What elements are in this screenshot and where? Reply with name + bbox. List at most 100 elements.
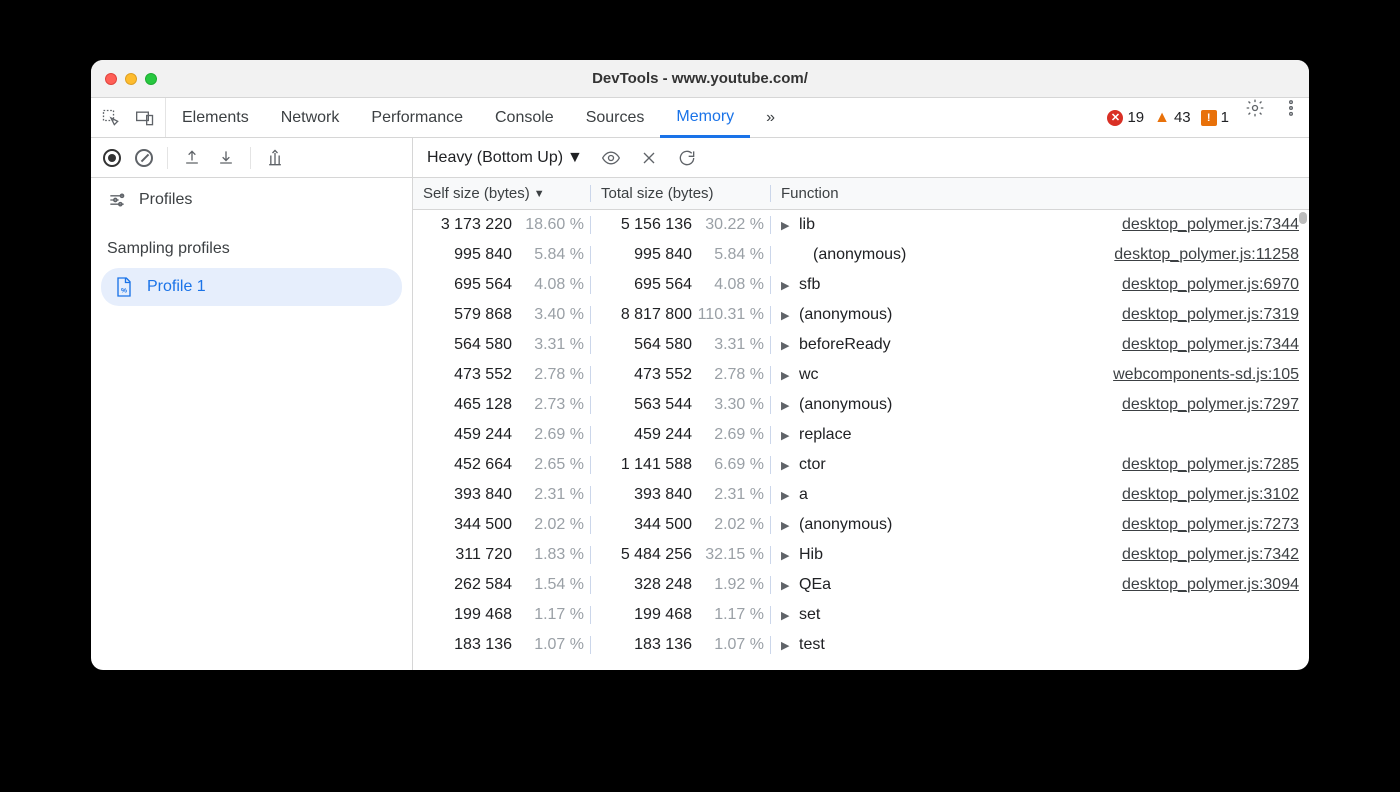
function-name: QEa: [799, 576, 831, 594]
self-percent: 2.73 %: [512, 396, 584, 414]
source-link[interactable]: desktop_polymer.js:3102: [1122, 486, 1299, 504]
self-bytes: 452 664: [426, 456, 512, 474]
disclosure-triangle-icon[interactable]: ▶: [781, 279, 793, 292]
source-link[interactable]: desktop_polymer.js:7342: [1122, 546, 1299, 564]
source-link[interactable]: desktop_polymer.js:7344: [1122, 336, 1299, 354]
col-header-function[interactable]: Function: [771, 185, 1309, 202]
table-row[interactable]: 344 5002.02 %344 5002.02 %▶(anonymous)de…: [413, 510, 1309, 540]
errors-indicator[interactable]: ✕ 19: [1107, 109, 1144, 126]
disclosure-triangle-icon[interactable]: ▶: [781, 339, 793, 352]
view-mode-select[interactable]: Heavy (Bottom Up) ▼: [427, 149, 583, 167]
focus-icon[interactable]: [601, 148, 621, 168]
total-percent: 3.30 %: [692, 396, 764, 414]
source-link[interactable]: desktop_polymer.js:7319: [1122, 306, 1299, 324]
tab-network[interactable]: Network: [265, 98, 356, 137]
total-bytes: 393 840: [606, 486, 692, 504]
source-link[interactable]: desktop_polymer.js:7297: [1122, 396, 1299, 414]
source-link[interactable]: desktop_polymer.js:7344: [1122, 216, 1299, 234]
function-name: a: [799, 486, 808, 504]
total-percent: 5.84 %: [692, 246, 764, 264]
source-link[interactable]: desktop_polymer.js:3094: [1122, 576, 1299, 594]
disclosure-triangle-icon[interactable]: ▶: [781, 399, 793, 412]
table-row[interactable]: 473 5522.78 %473 5522.78 %▶wcwebcomponen…: [413, 360, 1309, 390]
separator: [250, 147, 251, 169]
info-indicator[interactable]: ! 1: [1201, 109, 1229, 126]
disclosure-triangle-icon[interactable]: ▶: [781, 219, 793, 232]
table-row[interactable]: 262 5841.54 %328 2481.92 %▶QEadesktop_po…: [413, 570, 1309, 600]
table-row[interactable]: 459 2442.69 %459 2442.69 %▶replace: [413, 420, 1309, 450]
view-controls: Heavy (Bottom Up) ▼: [413, 138, 1309, 177]
save-profile-icon[interactable]: [216, 148, 236, 168]
table-row[interactable]: 564 5803.31 %564 5803.31 %▶beforeReadyde…: [413, 330, 1309, 360]
tabs-overflow-button[interactable]: »: [750, 98, 791, 137]
delete-icon[interactable]: [639, 148, 659, 168]
source-link[interactable]: desktop_polymer.js:7273: [1122, 516, 1299, 534]
disclosure-triangle-icon[interactable]: ▶: [781, 609, 793, 622]
garbage-collect-icon[interactable]: [265, 148, 285, 168]
source-link[interactable]: desktop_polymer.js:11258: [1114, 246, 1299, 264]
table-row[interactable]: 452 6642.65 %1 141 5886.69 %▶ctordesktop…: [413, 450, 1309, 480]
total-percent: 110.31 %: [692, 306, 764, 324]
total-percent: 1.17 %: [692, 606, 764, 624]
disclosure-triangle-icon[interactable]: ▶: [781, 429, 793, 442]
cell-function: ▶ a desktop_polymer.js:3102: [771, 486, 1309, 504]
disclosure-triangle-icon[interactable]: ▶: [781, 489, 793, 502]
maximize-window-button[interactable]: [145, 73, 157, 85]
cell-total-size: 5 484 25632.15 %: [591, 546, 771, 564]
disclosure-triangle-icon[interactable]: ▶: [781, 309, 793, 322]
tab-console[interactable]: Console: [479, 98, 570, 137]
table-body[interactable]: 3 173 22018.60 %5 156 13630.22 %▶libdesk…: [413, 210, 1309, 670]
source-link[interactable]: desktop_polymer.js:6970: [1122, 276, 1299, 294]
self-bytes: 695 564: [426, 276, 512, 294]
source-link[interactable]: desktop_polymer.js:7285: [1122, 456, 1299, 474]
clear-button[interactable]: [135, 149, 153, 167]
table-row[interactable]: 695 5644.08 %695 5644.08 %▶sfbdesktop_po…: [413, 270, 1309, 300]
refresh-icon[interactable]: [677, 148, 697, 168]
profile-item[interactable]: % Profile 1: [101, 268, 402, 306]
source-link[interactable]: webcomponents-sd.js:105: [1113, 366, 1299, 384]
disclosure-triangle-icon[interactable]: ▶: [781, 639, 793, 652]
record-button[interactable]: [103, 149, 121, 167]
profile-controls: [91, 138, 413, 177]
cell-self-size: 695 5644.08 %: [413, 276, 591, 294]
table-row[interactable]: 393 8402.31 %393 8402.31 %▶adesktop_poly…: [413, 480, 1309, 510]
table-row[interactable]: 311 7201.83 %5 484 25632.15 %▶Hibdesktop…: [413, 540, 1309, 570]
filter-icon[interactable]: [107, 190, 127, 210]
total-bytes: 459 244: [606, 426, 692, 444]
table-row[interactable]: 183 1361.07 %183 1361.07 %▶test: [413, 630, 1309, 660]
col-header-total-size[interactable]: Total size (bytes): [591, 185, 771, 202]
table-row[interactable]: 199 4681.17 %199 4681.17 %▶set: [413, 600, 1309, 630]
disclosure-triangle-icon[interactable]: ▶: [781, 459, 793, 472]
more-menu-button[interactable]: [1273, 98, 1309, 137]
settings-button[interactable]: [1237, 98, 1273, 137]
disclosure-triangle-icon[interactable]: ▶: [781, 579, 793, 592]
profile-item-label: Profile 1: [147, 278, 206, 296]
table-row[interactable]: 579 8683.40 %8 817 800110.31 %▶(anonymou…: [413, 300, 1309, 330]
table-row[interactable]: 465 1282.73 %563 5443.30 %▶(anonymous)de…: [413, 390, 1309, 420]
inspect-element-icon[interactable]: [101, 108, 121, 128]
load-profile-icon[interactable]: [182, 148, 202, 168]
disclosure-triangle-icon[interactable]: ▶: [781, 549, 793, 562]
cell-total-size: 473 5522.78 %: [591, 366, 771, 384]
table-row[interactable]: 3 173 22018.60 %5 156 13630.22 %▶libdesk…: [413, 210, 1309, 240]
tab-elements[interactable]: Elements: [166, 98, 265, 137]
cell-self-size: 393 8402.31 %: [413, 486, 591, 504]
cell-function: ▶set: [771, 606, 1309, 624]
table-row[interactable]: 995 8405.84 %995 8405.84 %(anonymous)des…: [413, 240, 1309, 270]
tab-memory[interactable]: Memory: [660, 98, 750, 138]
cell-total-size: 563 5443.30 %: [591, 396, 771, 414]
warnings-indicator[interactable]: ▲ 43: [1154, 109, 1191, 127]
col-header-self-size[interactable]: Self size (bytes) ▼: [413, 185, 591, 202]
total-bytes: 1 141 588: [606, 456, 692, 474]
minimize-window-button[interactable]: [125, 73, 137, 85]
tab-sources[interactable]: Sources: [570, 98, 661, 137]
close-window-button[interactable]: [105, 73, 117, 85]
tab-performance[interactable]: Performance: [355, 98, 479, 137]
total-bytes: 8 817 800: [606, 306, 692, 324]
scrollbar-thumb[interactable]: [1299, 212, 1307, 224]
tabs: Elements Network Performance Console Sou…: [166, 98, 791, 137]
device-toolbar-icon[interactable]: [135, 108, 155, 128]
cell-function: ▶beforeReadydesktop_polymer.js:7344: [771, 336, 1309, 354]
disclosure-triangle-icon[interactable]: ▶: [781, 519, 793, 532]
disclosure-triangle-icon[interactable]: ▶: [781, 369, 793, 382]
